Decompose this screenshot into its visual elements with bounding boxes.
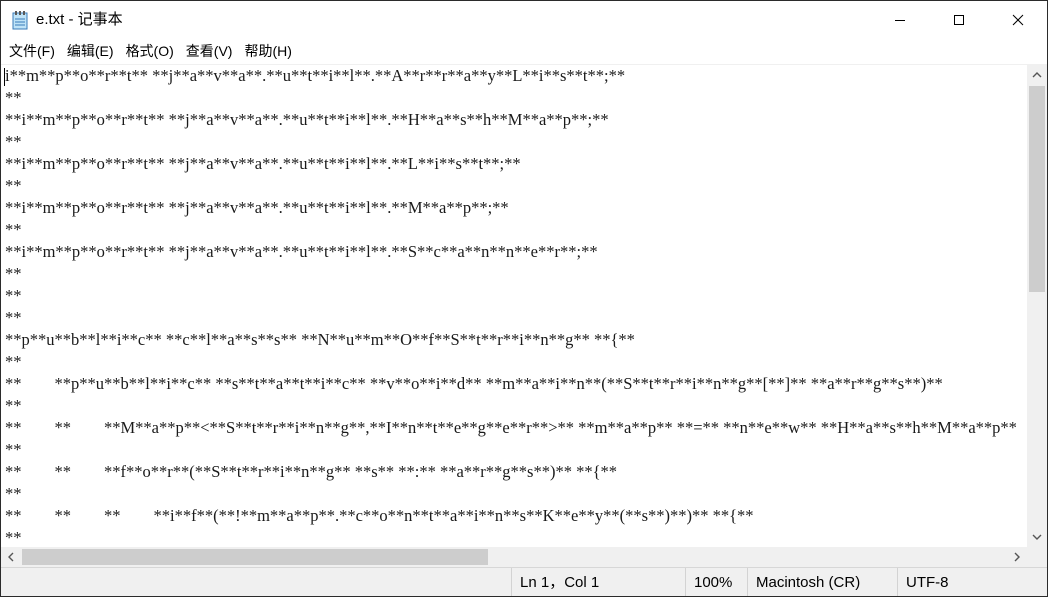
text-line[interactable]: ** [5, 175, 1017, 197]
text-editor[interactable]: i**m**p**o**r**t** **j**a**v**a**.**u**t… [1, 65, 1027, 547]
menu-bar: 文件(F) 编辑(E) 格式(O) 查看(V) 帮助(H) [1, 38, 1047, 65]
editor-text[interactable]: i**m**p**o**r**t** **j**a**v**a**.**u**t… [5, 65, 1017, 547]
scrollbar-corner [1027, 547, 1047, 567]
close-icon [1012, 14, 1023, 25]
text-caret [4, 68, 5, 86]
horizontal-scrollbar[interactable] [1, 547, 1027, 567]
chevron-left-icon [8, 552, 14, 562]
status-bar: Ln 1，Col 1 100% Macintosh (CR) UTF-8 [1, 567, 1047, 596]
text-line[interactable]: ** **p**u**b**l**i**c** **s**t**a**t**i*… [5, 373, 1017, 395]
text-line[interactable]: ** [5, 219, 1017, 241]
text-line[interactable]: ** [5, 351, 1017, 373]
menu-view[interactable]: 查看(V) [180, 39, 239, 63]
vertical-scroll-thumb[interactable] [1029, 86, 1045, 292]
text-line[interactable]: ** ** **M**a**p**<**S**t**r**i**n**g**,*… [5, 417, 1017, 439]
vertical-scrollbar[interactable] [1027, 65, 1047, 547]
maximize-button[interactable] [929, 1, 988, 38]
text-line[interactable]: ** [5, 439, 1017, 461]
menu-edit[interactable]: 编辑(E) [61, 39, 120, 63]
text-line[interactable]: **i**m**p**o**r**t** **j**a**v**a**.**u*… [5, 197, 1017, 219]
scroll-up-button[interactable] [1027, 65, 1047, 85]
text-line[interactable]: **i**m**p**o**r**t** **j**a**v**a**.**u*… [5, 241, 1017, 263]
notepad-icon [12, 10, 28, 30]
notepad-window: e.txt - 记事本 文件(F) 编辑(E) 格式(O) 查看(V) 帮助(H… [0, 0, 1048, 597]
chevron-right-icon [1014, 552, 1020, 562]
status-line-ending: Macintosh (CR) [747, 568, 897, 596]
menu-format[interactable]: 格式(O) [120, 39, 180, 63]
text-line[interactable]: **i**m**p**o**r**t** **j**a**v**a**.**u*… [5, 109, 1017, 131]
close-button[interactable] [988, 1, 1047, 38]
text-line[interactable]: ** ** ** **i**f**(**!**m**a**p**.**c**o*… [5, 505, 1017, 527]
menu-file[interactable]: 文件(F) [3, 39, 61, 63]
text-line[interactable]: i**m**p**o**r**t** **j**a**v**a**.**u**t… [5, 65, 1017, 87]
status-encoding: UTF-8 [897, 568, 1047, 596]
scroll-right-button[interactable] [1007, 547, 1027, 567]
text-line[interactable]: ** ** **f**o**r**(**S**t**r**i**n**g** *… [5, 461, 1017, 483]
scroll-left-button[interactable] [1, 547, 21, 567]
title-bar[interactable]: e.txt - 记事本 [1, 1, 1047, 38]
horizontal-scroll-thumb[interactable] [22, 549, 488, 565]
status-cursor-position: Ln 1，Col 1 [511, 568, 685, 596]
chevron-down-icon [1032, 534, 1042, 540]
text-line[interactable]: ** [5, 395, 1017, 417]
scroll-down-button[interactable] [1027, 527, 1047, 547]
text-line[interactable]: ** [5, 263, 1017, 285]
maximize-icon [953, 14, 964, 25]
menu-help[interactable]: 帮助(H) [238, 39, 297, 63]
minimize-button[interactable] [870, 1, 929, 38]
text-line[interactable]: ** [5, 285, 1017, 307]
text-line[interactable]: ** [5, 483, 1017, 505]
chevron-up-icon [1032, 72, 1042, 78]
text-line[interactable]: ** [5, 527, 1017, 547]
text-line[interactable]: ** [5, 131, 1017, 153]
status-zoom: 100% [685, 568, 747, 596]
text-line[interactable]: **p**u**b**l**i**c** **c**l**a**s**s** *… [5, 329, 1017, 351]
window-title: e.txt - 记事本 [36, 11, 123, 28]
text-line[interactable]: **i**m**p**o**r**t** **j**a**v**a**.**u*… [5, 153, 1017, 175]
minimize-icon [894, 19, 905, 21]
text-line[interactable]: ** [5, 307, 1017, 329]
text-line[interactable]: ** [5, 87, 1017, 109]
